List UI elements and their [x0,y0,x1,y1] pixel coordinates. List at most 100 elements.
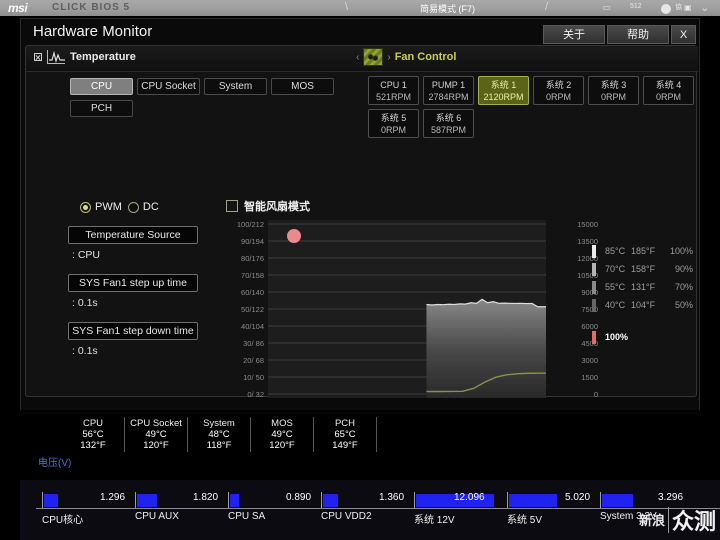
step-down-time-button[interactable]: SYS Fan1 step down time [68,322,198,340]
fan-name: 系统 3 [600,80,627,90]
voltage-bar [509,494,558,507]
fan-name: 系统 5 [380,113,407,123]
fan-rpm: 2784RPM [428,92,469,102]
tab-cpu-socket[interactable]: CPU Socket [137,78,200,95]
legend-celsius: 70°C [605,264,626,274]
readout-celsius: 49°C [271,428,293,440]
readout-celsius: 56°C [82,428,104,440]
fan-button-sys-1[interactable]: 系统 1 2120RPM [478,76,529,105]
divider-slash-2: / [545,1,549,13]
voltage-value: 5.020 [565,492,591,503]
fan-button-sys-5[interactable]: 系统 5 0RPM [368,109,419,138]
help-button[interactable]: 帮助 [607,25,669,44]
readout-name: CPU Socket [130,417,182,429]
y-axis-left-tick: 90/194 [241,237,264,246]
voltage-section: 1.296 CPU核心 1.820 CPU AUX 0.890 CPU SA 1.360 CP… [20,480,720,540]
source-tabs-row-2: PCH [70,100,133,117]
legend-swatch [592,298,596,312]
about-button[interactable]: 关于 [543,25,605,44]
fan-button-cpu-1[interactable]: CPU 1 521RPM [368,76,419,105]
chevron-right-icon[interactable]: › [387,52,390,63]
readout-cpu-socket: CPU Socket 49°C 120°F [125,416,188,452]
y-axis-left-tick: 10/ 50 [243,373,264,382]
y-axis-left-tick: 60/140 [241,288,264,297]
temperature-readouts: CPU 56°C 132°F CPU Socket 49°C 120°F Sys… [20,410,700,458]
easy-mode-label[interactable]: 简易模式 (F7) [420,2,475,15]
fan-buttons-row-1: CPU 1 521RPM PUMP 1 2784RPM 系统 1 2120RPM… [368,76,694,105]
legend-celsius: 40°C [605,300,626,310]
monitor-icon[interactable]: ▭ [603,3,611,12]
plot-canvas[interactable] [268,220,546,398]
waveform-icon [47,50,65,64]
radio-pwm[interactable]: PWM [80,201,122,213]
fan-settings-column: PWM DC Temperature Source : CPU SYS Fan1… [68,201,223,357]
voltage-value: 3.296 [658,492,684,503]
readout-name: System [203,417,235,429]
legend-row: 85°C 185°F 100% [592,242,694,260]
voltage-value: 1.296 [100,492,126,503]
y-axis-right-tick: 3000 [581,356,598,365]
fan-curve-control-point[interactable] [287,228,302,243]
tab-system[interactable]: System [204,78,267,95]
readout-name: MOS [271,417,293,429]
radio-pwm-label: PWM [95,201,122,213]
voltage-value: 12.096 [454,492,485,503]
fan-button-sys-3[interactable]: 系统 3 0RPM [588,76,639,105]
fan-button-sys-2[interactable]: 系统 2 0RPM [533,76,584,105]
fan-buttons-row-2: 系统 5 0RPM 系统 6 587RPM [368,109,694,138]
legend-fahrenheit: 185°F [631,246,656,256]
readout-celsius: 65°C [334,428,356,440]
tab-mos[interactable]: MOS [271,78,334,95]
close-button[interactable]: X [671,25,696,44]
lang-icon[interactable] [661,4,671,14]
fan-control-section-header: ‹ › Fan Control [356,48,456,66]
y-axis-left-tick: 0/ 32 [247,390,264,399]
y-axis-left-tick: 70/158 [241,271,264,280]
fan-button-sys-6[interactable]: 系统 6 587RPM [423,109,474,138]
watermark: 新浪 众测 [639,504,716,536]
legend-swatch-current [592,330,596,344]
bios-top-bar: msi CLICK BIOS 5 \ 简易模式 (F7) / ▭ 512 ▣ 協… [0,0,720,16]
y-axis-right-labels: 15000 13500 12000 10500 9000 7500 6000 4500 3000… [550,220,598,399]
readout-fahrenheit: 118°F [206,439,232,451]
voltage-name: CPU SA [228,511,266,522]
voltage-name: CPU AUX [135,511,179,522]
fan-rpm: 521RPM [375,92,411,102]
fan-button-sys-4[interactable]: 系统 4 0RPM [643,76,694,105]
radio-dc[interactable]: DC [127,201,159,213]
chevron-left-icon[interactable]: ‹ [356,52,359,63]
tab-pch[interactable]: PCH [70,100,133,117]
readout-mos: MOS 49°C 120°F [251,416,314,452]
readout-fahrenheit: 120°F [143,439,169,451]
bios-brand-text: CLICK BIOS 5 [52,2,131,13]
fan-button-pump-1[interactable]: PUMP 1 2784RPM [423,76,474,105]
legend-row-current: 100% [592,328,694,346]
fan-name: 系统 1 [490,80,517,90]
temperature-source-button[interactable]: Temperature Source [68,226,198,244]
smart-fan-mode-checkbox[interactable]: 智能风扇模式 [226,198,310,214]
voltage-tick [228,492,229,508]
fan-name: 系统 6 [435,113,462,123]
step-up-time-button[interactable]: SYS Fan1 step up time [68,274,198,292]
readout-celsius: 48°C [208,428,230,440]
legend-percent: 90% [674,264,693,274]
y-axis-left-tick: 80/176 [241,254,264,263]
fan-rpm: 0RPM [655,92,681,102]
readout-fahrenheit: 149°F [332,439,358,451]
voltage-tick [414,492,415,508]
screen: msi CLICK BIOS 5 \ 简易模式 (F7) / ▭ 512 ▣ 協… [0,0,720,540]
step-up-time-value: : 0.1s [72,297,98,309]
legend-celsius: 85°C [605,246,626,256]
readout-fahrenheit: 120°F [269,439,295,451]
y-axis-left-tick: 20/ 68 [243,356,264,365]
fan-name: PUMP 1 [431,80,466,90]
screenshot-icon[interactable]: ▣ [684,3,692,12]
chevron-down-icon[interactable]: ⌄ [700,1,709,14]
watermark-divider [667,507,669,533]
tab-cpu[interactable]: CPU [70,78,133,95]
fan-buttons-grid: CPU 1 521RPM PUMP 1 2784RPM 系统 1 2120RPM… [368,76,694,142]
bios-right-margin [700,16,720,540]
voltage-value: 0.890 [286,492,312,503]
legend-row: 40°C 104°F 50% [592,296,694,314]
y-axis-left-tick: 40/104 [241,322,264,331]
